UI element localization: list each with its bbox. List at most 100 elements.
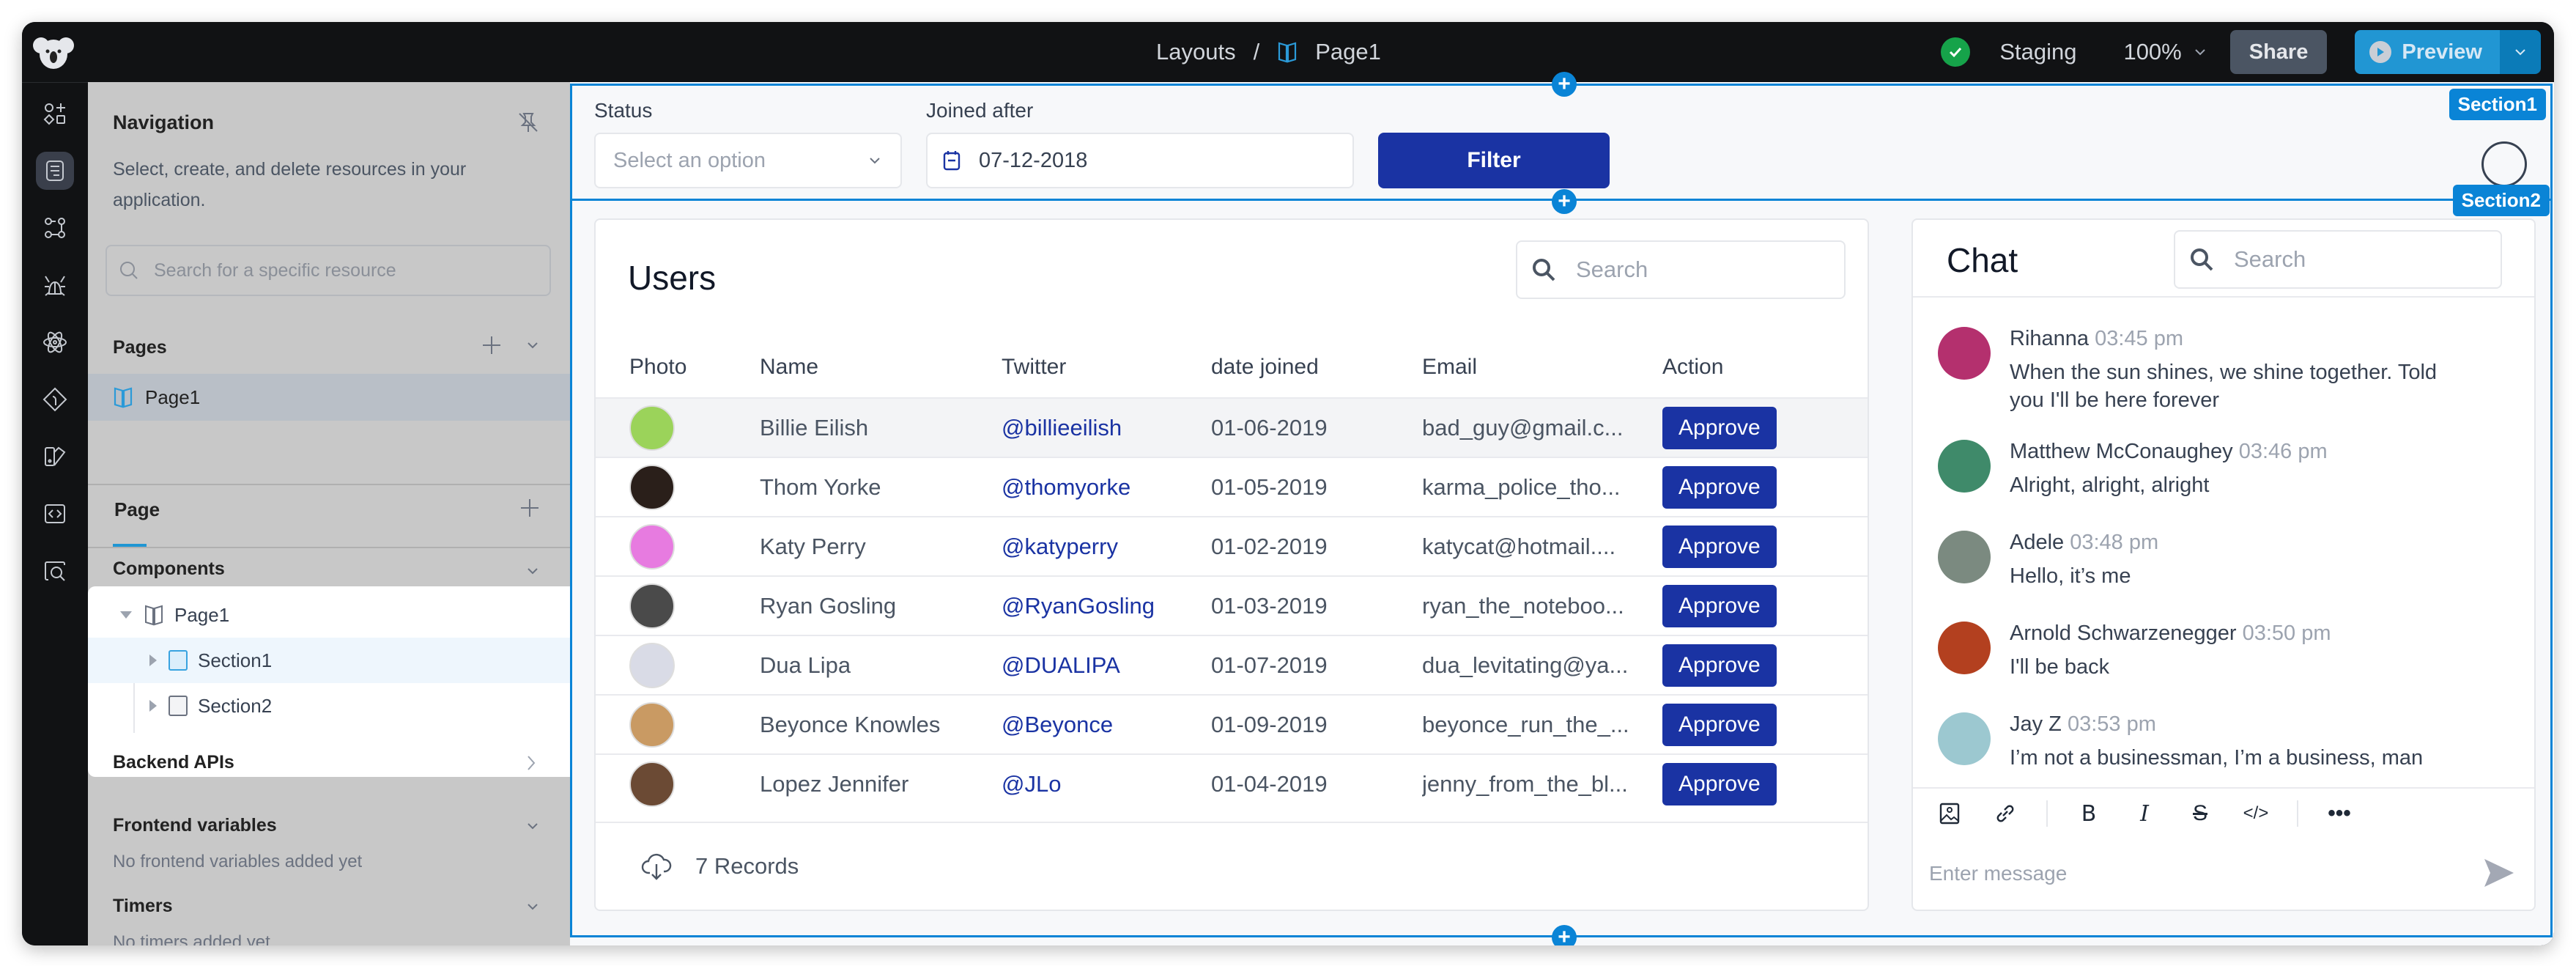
message-input[interactable]: Enter message	[1929, 862, 2067, 885]
column-header-action[interactable]: Action	[1662, 355, 1723, 380]
table-row[interactable]: Katy Perry @katyperry 01-02-2019 katycat@ho…	[596, 516, 1868, 575]
approve-button[interactable]: Approve	[1662, 644, 1777, 687]
table-footer: 7 Records	[596, 822, 1868, 910]
tree-item-section2[interactable]: Section2	[88, 683, 570, 729]
approve-button[interactable]: Approve	[1662, 703, 1777, 746]
cell-name: Billie Eilish	[760, 414, 869, 440]
status-select[interactable]: Select an option	[594, 133, 902, 188]
cell-twitter-link[interactable]: @RyanGosling	[1002, 593, 1155, 619]
unpin-icon[interactable]	[516, 110, 541, 135]
cell-twitter-link[interactable]: @billieeilish	[1002, 415, 1122, 441]
share-button[interactable]: Share	[2229, 30, 2328, 74]
strikethrough-icon[interactable]: S	[2185, 799, 2215, 828]
send-icon[interactable]	[2480, 855, 2517, 891]
add-component-icon[interactable]	[519, 497, 541, 519]
avatar	[629, 464, 675, 510]
chevron-down-icon	[2515, 49, 2525, 56]
cell-email: karma_police_tho...	[1422, 473, 1621, 500]
column-header-twitter[interactable]: Twitter	[1002, 355, 1066, 380]
table-row[interactable]: Ryan Gosling @RyanGosling 01-03-2019 ryan_t…	[596, 575, 1868, 635]
zoom-select[interactable]: 100%	[2123, 39, 2207, 65]
breadcrumb-page[interactable]: Page1	[1315, 39, 1381, 65]
backend-apis-link[interactable]: Backend APIs	[113, 752, 234, 773]
add-section-above-icon[interactable]: +	[1552, 72, 1577, 97]
caret-down-icon[interactable]	[119, 610, 133, 620]
cell-name: Thom Yorke	[760, 473, 881, 500]
chevron-down-icon[interactable]	[525, 899, 541, 915]
table-row[interactable]: Thom Yorke @thomyorke 01-05-2019 karma_poli…	[596, 457, 1868, 516]
table-row[interactable]: Dua Lipa @DUALIPA 01-07-2019 dua_levitating…	[596, 635, 1868, 694]
insert-image-icon[interactable]	[1935, 799, 1964, 828]
column-header-date-joined[interactable]: date joined	[1211, 355, 1319, 380]
divider	[88, 484, 570, 485]
cell-twitter-link[interactable]: @katyperry	[1002, 534, 1118, 560]
chevron-down-icon[interactable]	[525, 818, 541, 834]
environment-label[interactable]: Staging	[1999, 39, 2076, 65]
code-icon[interactable]: </>	[2241, 799, 2270, 828]
caret-right-icon[interactable]	[148, 698, 158, 713]
add-section-below-icon[interactable]: +	[1552, 925, 1577, 945]
debugger-icon[interactable]	[36, 266, 74, 304]
react-icon[interactable]	[36, 323, 74, 361]
pages-icon[interactable]	[36, 152, 74, 190]
section2-badge[interactable]: Section2	[2452, 185, 2550, 216]
chat-search-input[interactable]: Search	[2174, 230, 2502, 289]
page-list-item[interactable]: Page1	[88, 374, 570, 421]
code-icon[interactable]	[36, 495, 74, 533]
message-time: 03:50 pm	[2242, 622, 2331, 645]
add-page-icon[interactable]	[481, 334, 503, 356]
approve-button[interactable]: Approve	[1662, 465, 1777, 509]
git-icon[interactable]	[36, 380, 74, 419]
cell-twitter-link[interactable]: @Beyonce	[1002, 712, 1113, 738]
add-components-icon[interactable]	[36, 95, 74, 133]
users-title: Users	[628, 259, 717, 297]
italic-icon[interactable]: I	[2130, 799, 2159, 828]
download-icon[interactable]	[640, 849, 673, 883]
column-header-name[interactable]: Name	[760, 355, 818, 380]
column-header-photo[interactable]: Photo	[629, 355, 686, 380]
cell-twitter-link[interactable]: @DUALIPA	[1002, 652, 1120, 679]
add-section-between-icon[interactable]: +	[1552, 189, 1577, 214]
resource-search-input[interactable]: Search for a specific resource	[106, 245, 551, 296]
inspector-icon[interactable]	[36, 552, 74, 590]
joined-after-datepicker[interactable]: 07-12-2018	[926, 133, 1354, 188]
column-header-email[interactable]: Email	[1422, 355, 1636, 380]
message-author: Jay Z	[2010, 712, 2062, 736]
preview-dropdown-button[interactable]	[2500, 30, 2541, 74]
section1-badge[interactable]: Section1	[2449, 89, 2546, 120]
cell-twitter-link[interactable]: @JLo	[1002, 771, 1061, 797]
approve-button[interactable]: Approve	[1662, 406, 1777, 449]
section2[interactable]: Users Search Photo Name Twitter date joi…	[570, 201, 2553, 937]
page-name: Page1	[145, 386, 201, 408]
table-row[interactable]: Lopez Jennifer @JLo 01-04-2019 jenny_from_t…	[596, 753, 1868, 813]
caret-right-icon[interactable]	[148, 653, 158, 668]
bold-icon[interactable]: B	[2074, 799, 2103, 828]
frontend-variables-empty: No frontend variables added yet	[113, 852, 363, 871]
cell-twitter-link[interactable]: @thomyorke	[1002, 474, 1130, 501]
workflow-icon[interactable]	[36, 209, 74, 247]
koala-logo-icon[interactable]	[32, 32, 75, 72]
chevron-down-icon[interactable]	[525, 563, 541, 579]
approve-button[interactable]: Approve	[1662, 762, 1777, 805]
breadcrumb-layouts[interactable]: Layouts	[1156, 39, 1236, 65]
approve-button[interactable]: Approve	[1662, 584, 1777, 627]
more-options-icon[interactable]	[2481, 141, 2527, 187]
insert-link-icon[interactable]	[1991, 799, 2020, 828]
avatar	[1938, 622, 1991, 674]
chevron-right-icon[interactable]	[523, 753, 539, 773]
design-icon[interactable]	[36, 438, 74, 476]
more-icon[interactable]: •••	[2325, 799, 2354, 828]
section-icon	[169, 650, 188, 671]
tree-item-page1[interactable]: Page1	[88, 592, 570, 638]
section1[interactable]: Status Select an option Joined after 07-…	[570, 84, 2553, 201]
table-row[interactable]: Beyonce Knowles @Beyonce 01-09-2019 beyonce…	[596, 694, 1868, 753]
approve-button[interactable]: Approve	[1662, 525, 1777, 568]
preview-button[interactable]: Preview	[2355, 30, 2500, 74]
tree-item-section1[interactable]: Section1	[88, 638, 570, 683]
table-row[interactable]: Billie Eilish @billieeilish 01-06-2019 bad_…	[596, 397, 1868, 457]
chevron-down-icon[interactable]	[525, 337, 541, 353]
users-search-input[interactable]: Search	[1516, 240, 1846, 299]
tab-page[interactable]: Page	[114, 498, 160, 521]
chat-message: Matthew McConaughey 03:46 pm Alright, alr…	[1938, 440, 2464, 499]
filter-button[interactable]: Filter	[1378, 133, 1610, 188]
